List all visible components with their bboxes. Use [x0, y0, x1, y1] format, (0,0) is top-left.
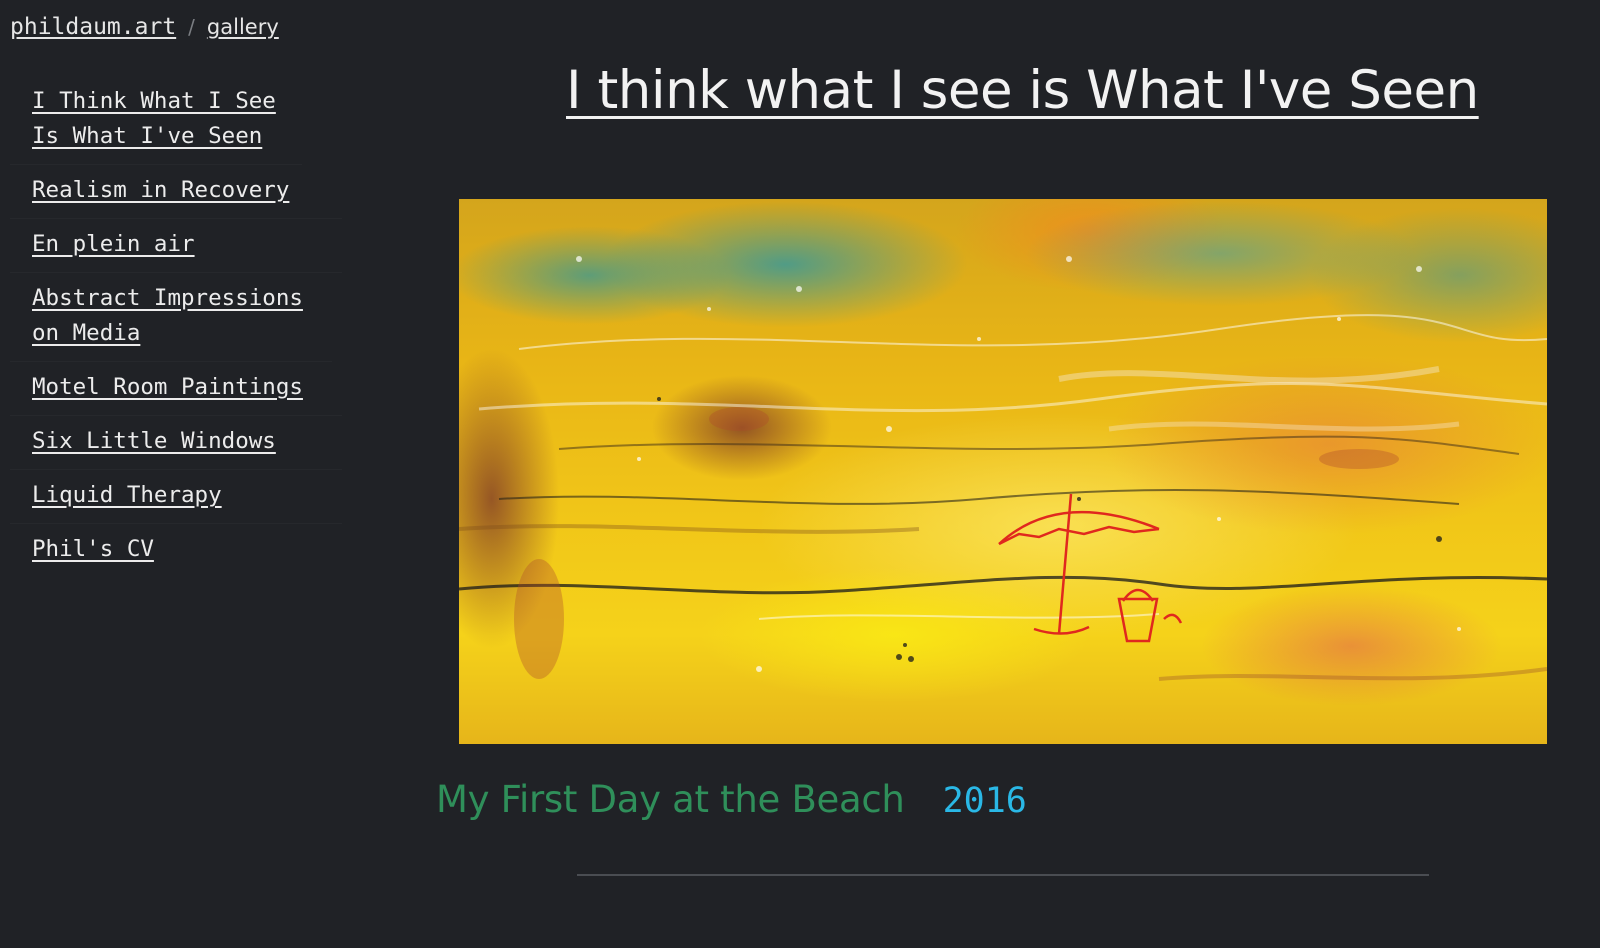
- breadcrumb-gallery-link[interactable]: gallery: [207, 15, 279, 39]
- artwork-title: My First Day at the Beach: [436, 778, 905, 821]
- sidebar-item-six-little-windows: Six Little Windows: [10, 416, 342, 470]
- breadcrumb: phildaum.art / gallery: [10, 14, 279, 40]
- sidebar-link[interactable]: En plein air: [32, 227, 195, 262]
- artwork-year: 2016: [942, 781, 1027, 821]
- sidebar-link[interactable]: Liquid Therapy: [32, 478, 222, 513]
- sidebar-link[interactable]: I Think What I See Is What I've Seen: [32, 84, 292, 154]
- painting-artwork: [459, 256, 1547, 681]
- sidebar-item-realism-in-recovery: Realism in Recovery: [10, 165, 342, 219]
- breadcrumb-site-link[interactable]: phildaum.art: [10, 14, 176, 40]
- sidebar-item-liquid-therapy: Liquid Therapy: [10, 470, 342, 524]
- sidebar-item-i-think-what-i-see: I Think What I See Is What I've Seen: [10, 76, 302, 165]
- sidebar-link[interactable]: Abstract Impressions on Media: [32, 281, 322, 351]
- sidebar-link[interactable]: Realism in Recovery: [32, 173, 289, 208]
- sidebar-link[interactable]: Phil's CV: [32, 532, 154, 567]
- sidebar-nav: I Think What I See Is What I've Seen Rea…: [10, 76, 342, 577]
- divider: [577, 874, 1429, 876]
- breadcrumb-separator: /: [188, 15, 195, 39]
- sidebar-link[interactable]: Motel Room Paintings: [32, 370, 303, 405]
- sidebar-link[interactable]: Six Little Windows: [32, 424, 276, 459]
- artwork-caption: My First Day at the Beach 2016: [436, 778, 1027, 821]
- painting-image[interactable]: [459, 199, 1547, 744]
- page-title[interactable]: I think what I see is What I've Seen: [566, 60, 1479, 121]
- sidebar-item-en-plein-air: En plein air: [10, 219, 342, 273]
- sidebar-item-abstract-impressions: Abstract Impressions on Media: [10, 273, 332, 362]
- sidebar-item-phils-cv: Phil's CV: [10, 524, 342, 577]
- sidebar-item-motel-room-paintings: Motel Room Paintings: [10, 362, 342, 416]
